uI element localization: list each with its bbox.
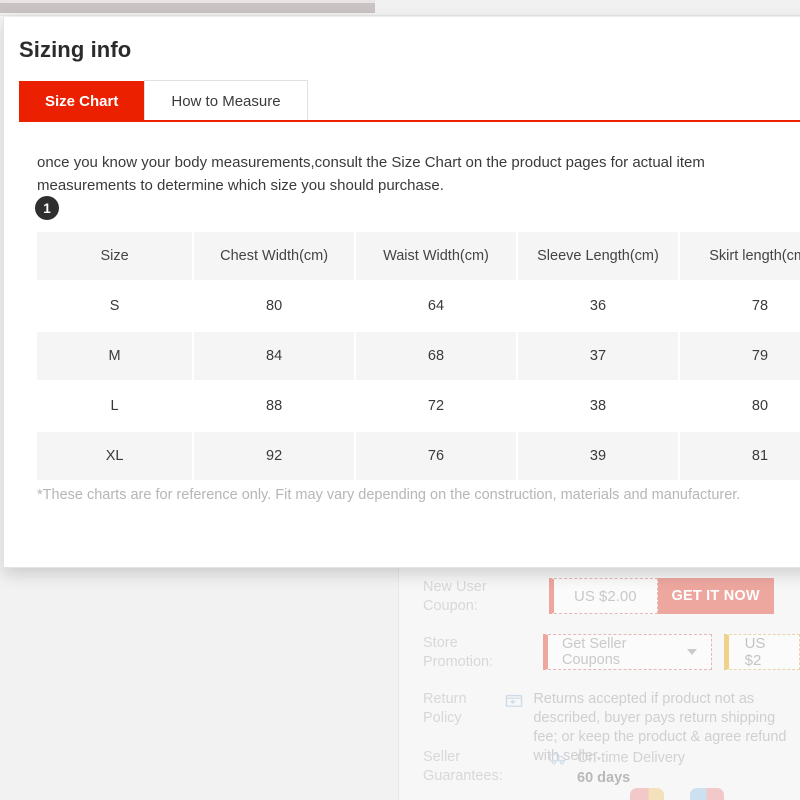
tab-how-to-measure[interactable]: How to Measure (144, 80, 308, 121)
horizontal-scrollbar-thumb[interactable] (0, 3, 375, 13)
store-promotion-controls: Get Seller Coupons US $2 (542, 634, 800, 670)
payment-icon-2 (690, 788, 724, 800)
sizing-info-modal: Sizing info Size Chart How to Measure on… (3, 17, 800, 568)
table-header-row: Size Chest Width(cm) Waist Width(cm) Sle… (37, 232, 800, 280)
get-it-now-button[interactable]: GET IT NOW (657, 578, 774, 614)
seller-guarantees-row: Seller Guarantees: On-time Delivery 60 d… (423, 748, 685, 788)
cell-sleeve-length: 37 (517, 332, 678, 380)
cell-size: L (37, 382, 193, 430)
column-header-sleeve-length: Sleeve Length(cm) (517, 232, 678, 280)
column-header-chest-width: Chest Width(cm) (194, 232, 355, 280)
size-chart-footnote: *These charts are for reference only. Fi… (37, 487, 741, 503)
cell-waist-width: 68 (356, 332, 516, 380)
sizing-description: once you know your body measurements,con… (37, 154, 705, 194)
cell-size: S (37, 282, 193, 330)
cell-sleeve-length: 38 (517, 382, 678, 430)
modal-title: Sizing info (19, 37, 132, 62)
cell-chest-width: 84 (194, 332, 355, 380)
store-promotion-label: Store Promotion: (423, 635, 494, 670)
table-row: M 84 68 37 79 (37, 332, 800, 380)
modal-tabs: Size Chart How to Measure (19, 80, 308, 121)
return-box-icon (506, 694, 523, 707)
payment-icons-strip (630, 788, 724, 800)
chevron-down-icon (686, 649, 697, 655)
cell-waist-width: 76 (356, 432, 516, 480)
new-user-coupon-label: New User Coupon: (423, 579, 487, 614)
cell-sleeve-length: 39 (517, 432, 678, 480)
horizontal-scrollbar-track[interactable] (0, 0, 800, 16)
tab-size-chart[interactable]: Size Chart (19, 81, 145, 121)
cell-waist-width: 64 (356, 282, 516, 330)
store-promotion-amount[interactable]: US $2 (723, 634, 800, 670)
cell-skirt-length: 78 (680, 282, 800, 330)
cell-sleeve-length: 36 (517, 282, 678, 330)
product-info-panel: New User Coupon: US $2.00 GET IT NOW Sto… (399, 568, 800, 800)
new-user-coupon-row: New User Coupon: US $2.00 GET IT NOW (423, 578, 774, 616)
coupon-value: US $2.00 (549, 578, 658, 614)
get-seller-coupons-label: Get Seller Coupons (561, 636, 627, 668)
cell-skirt-length: 79 (680, 332, 800, 380)
cell-skirt-length: 80 (680, 382, 800, 430)
table-row: XL 92 76 39 81 (37, 432, 800, 480)
screen: New User Coupon: US $2.00 GET IT NOW Sto… (0, 0, 800, 800)
get-seller-coupons-select[interactable]: Get Seller Coupons (542, 634, 712, 670)
column-header-size: Size (37, 232, 193, 280)
return-policy-label: Return Policy (423, 691, 467, 726)
cell-chest-width: 80 (194, 282, 355, 330)
cell-chest-width: 88 (194, 382, 355, 430)
cell-size: M (37, 332, 193, 380)
new-user-coupon-control[interactable]: US $2.00 GET IT NOW (549, 578, 774, 614)
cell-size: XL (37, 432, 193, 480)
seller-guarantee-line-2: 60 days (577, 770, 631, 786)
return-policy-line-1: Returns accepted if product not as descr… (533, 691, 776, 726)
cell-skirt-length: 81 (680, 432, 800, 480)
payment-icon-1 (630, 788, 664, 800)
store-promotion-row: Store Promotion: Get Seller Coupons US $… (423, 634, 800, 672)
page-left-column (0, 568, 398, 800)
table-row: L 88 72 38 80 (37, 382, 800, 430)
seller-guarantee-line-1: On-time Delivery (577, 750, 685, 766)
delivery-truck-icon (549, 753, 566, 765)
tabs-underline (19, 120, 800, 122)
size-chart-table: Size Chest Width(cm) Waist Width(cm) Sle… (35, 230, 800, 482)
step-badge-1: 1 (35, 196, 59, 220)
seller-guarantees-label: Seller Guarantees: (423, 749, 503, 784)
cell-chest-width: 92 (194, 432, 355, 480)
column-header-skirt-length: Skirt length(cm) (680, 232, 800, 280)
cell-waist-width: 72 (356, 382, 516, 430)
column-header-waist-width: Waist Width(cm) (356, 232, 516, 280)
table-row: S 80 64 36 78 (37, 282, 800, 330)
